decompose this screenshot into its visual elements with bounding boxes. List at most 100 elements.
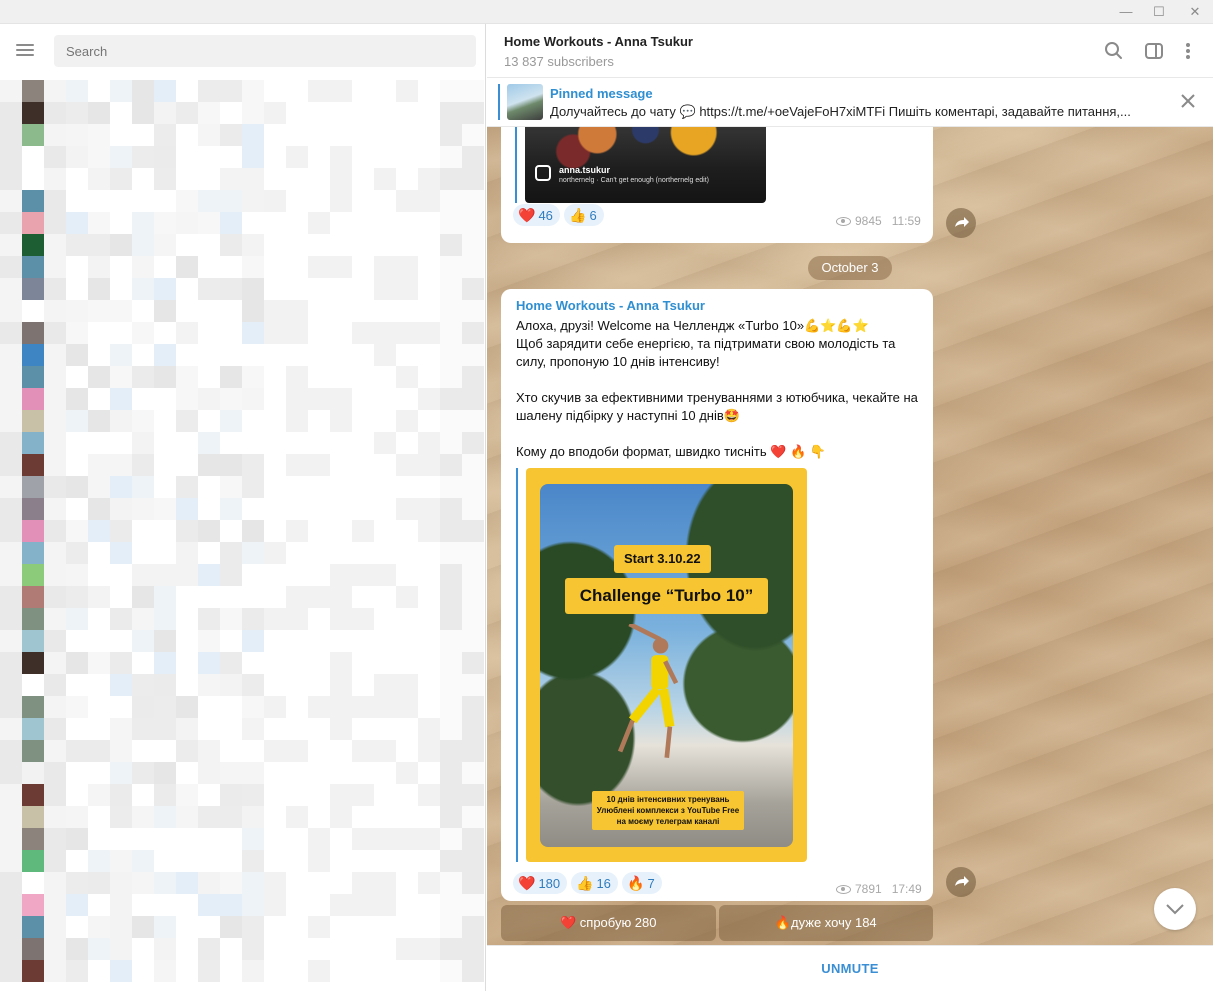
obscured-pixel <box>88 234 110 256</box>
close-icon[interactable]: ✕ <box>1177 0 1213 24</box>
obscured-pixel <box>264 168 286 190</box>
obscured-pixel <box>462 894 484 916</box>
obscured-pixel <box>396 388 418 410</box>
obscured-pixel <box>330 146 352 168</box>
reaction-thumbs-up[interactable]: 👍 16 <box>571 872 618 894</box>
obscured-pixel <box>352 454 374 476</box>
message-time: 11:59 <box>891 214 921 228</box>
post-author[interactable]: Home Workouts - Anna Tsukur <box>516 298 705 313</box>
obscured-pixel <box>374 146 396 168</box>
obscured-pixel <box>176 498 198 520</box>
obscured-pixel <box>198 454 220 476</box>
obscured-pixel <box>352 652 374 674</box>
share-icon[interactable] <box>946 208 976 238</box>
obscured-pixel <box>44 520 66 542</box>
maximize-icon[interactable]: ☐ <box>1141 0 1177 24</box>
minimize-icon[interactable]: — <box>1108 0 1144 24</box>
obscured-pixel <box>264 366 286 388</box>
obscured-pixel <box>176 586 198 608</box>
obscured-pixel <box>176 300 198 322</box>
obscured-pixel <box>264 102 286 124</box>
obscured-pixel <box>242 278 264 300</box>
obscured-pixel <box>0 300 22 322</box>
obscured-pixel <box>374 190 396 212</box>
obscured-pixel <box>66 718 88 740</box>
scroll-down-button[interactable] <box>1154 888 1196 930</box>
obscured-pixel <box>374 916 396 938</box>
obscured-pixel <box>44 146 66 168</box>
obscured-pixel <box>0 520 22 542</box>
obscured-pixel <box>418 190 440 212</box>
close-pinned-icon[interactable] <box>1179 92 1197 110</box>
obscured-pixel <box>462 80 484 102</box>
obscured-pixel <box>286 498 308 520</box>
obscured-pixel <box>330 102 352 124</box>
obscured-pixel <box>330 322 352 344</box>
obscured-pixel <box>308 102 330 124</box>
instagram-preview-image[interactable]: anna.tsukur northernelg · Can't get enou… <box>525 127 766 203</box>
pinned-message-bar[interactable]: Pinned message Долучайтесь до чату 💬 htt… <box>487 78 1213 127</box>
hamburger-menu-icon[interactable] <box>16 42 38 60</box>
message-meta: 9845 11:59 <box>836 214 921 228</box>
inline-button-want[interactable]: 🔥дуже хочу 184 <box>718 905 933 941</box>
instagram-reels-icon <box>535 165 551 181</box>
obscured-pixel <box>88 476 110 498</box>
obscured-pixel <box>132 916 154 938</box>
obscured-pixel <box>462 256 484 278</box>
obscured-pixel <box>396 300 418 322</box>
inline-button-try[interactable]: ❤️ спробую 280 <box>501 905 716 941</box>
obscured-pixel <box>352 564 374 586</box>
obscured-pixel <box>176 322 198 344</box>
obscured-pixel <box>396 498 418 520</box>
obscured-pixel <box>396 630 418 652</box>
athlete-figure <box>617 624 679 759</box>
share-icon[interactable] <box>946 867 976 897</box>
sidebar-toggle-icon[interactable] <box>1141 38 1167 64</box>
obscured-pixel <box>242 212 264 234</box>
obscured-pixel <box>286 718 308 740</box>
obscured-pixel <box>462 432 484 454</box>
challenge-poster-image[interactable]: Start 3.10.22 Challenge “Turbo 10” 10 дн… <box>526 468 807 862</box>
obscured-pixel <box>110 300 132 322</box>
channel-title[interactable]: Home Workouts - Anna Tsukur <box>504 34 693 49</box>
obscured-pixel <box>374 300 396 322</box>
obscured-pixel <box>308 894 330 916</box>
search-icon[interactable] <box>1101 38 1127 64</box>
obscured-pixel <box>352 432 374 454</box>
obscured-pixel <box>154 366 176 388</box>
obscured-pixel <box>352 586 374 608</box>
obscured-pixel <box>176 894 198 916</box>
obscured-pixel <box>330 366 352 388</box>
search-input[interactable] <box>54 35 476 67</box>
obscured-pixel <box>286 762 308 784</box>
reaction-count: 180 <box>538 875 561 891</box>
obscured-pixel <box>396 674 418 696</box>
obscured-pixel <box>0 630 22 652</box>
reaction-heart[interactable]: ❤️ 180 <box>513 872 568 894</box>
obscured-pixel <box>176 938 198 960</box>
reaction-thumbs-up[interactable]: 👍 6 <box>564 204 604 226</box>
reaction-heart[interactable]: ❤️ 46 <box>513 204 560 226</box>
obscured-pixel <box>352 938 374 960</box>
obscured-pixel <box>220 476 242 498</box>
reaction-fire[interactable]: 🔥 7 <box>622 872 662 894</box>
obscured-pixel <box>242 80 264 102</box>
obscured-pixel <box>44 366 66 388</box>
obscured-pixel <box>374 850 396 872</box>
obscured-pixel <box>286 872 308 894</box>
obscured-pixel <box>44 212 66 234</box>
obscured-pixel <box>88 740 110 762</box>
obscured-pixel <box>462 564 484 586</box>
obscured-pixel <box>198 476 220 498</box>
obscured-pixel <box>286 212 308 234</box>
views-eye-icon <box>836 216 851 226</box>
obscured-pixel <box>110 674 132 696</box>
obscured-pixel <box>440 322 462 344</box>
obscured-pixel <box>110 960 132 982</box>
more-vertical-icon[interactable] <box>1175 38 1201 64</box>
chat-history[interactable]: anna.tsukur northernelg · Can't get enou… <box>487 127 1213 945</box>
pinned-label: Pinned message <box>550 86 653 101</box>
obscured-pixel <box>110 146 132 168</box>
obscured-pixel <box>22 322 44 344</box>
unmute-button[interactable]: UNMUTE <box>487 946 1213 991</box>
